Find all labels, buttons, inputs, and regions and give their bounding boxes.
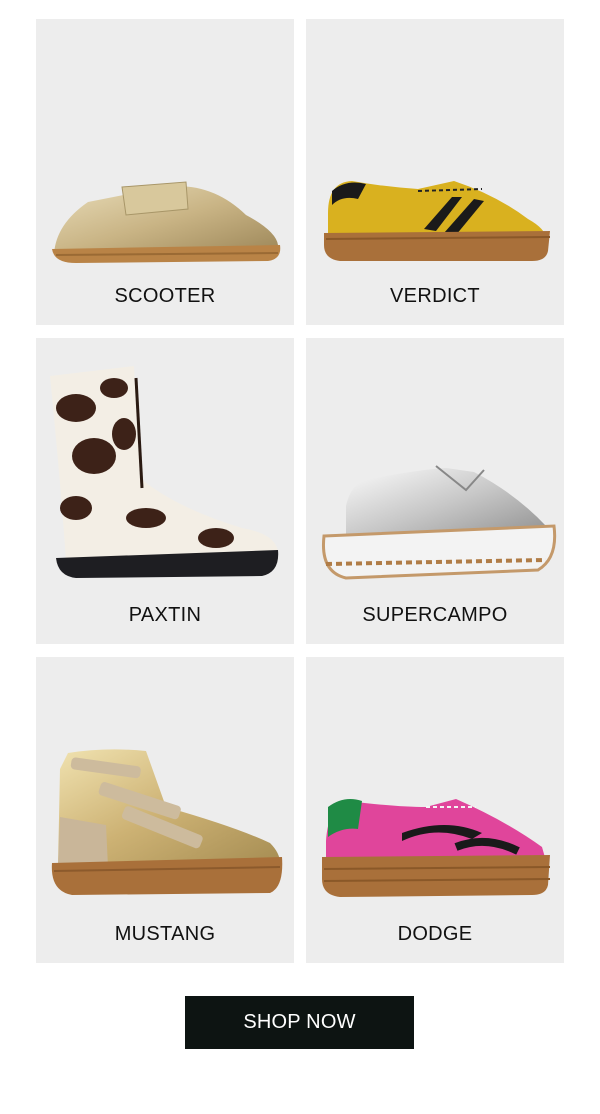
product-name: VERDICT: [390, 285, 480, 307]
product-card-dodge[interactable]: DODGE: [306, 657, 564, 963]
product-name: SCOOTER: [114, 285, 216, 307]
product-name: SUPERCAMPO: [362, 604, 508, 626]
pink-suede-sneaker-image: [322, 799, 551, 897]
shop-now-button[interactable]: SHOP NOW: [185, 996, 414, 1049]
product-card-supercampo[interactable]: SUPERCAMPO: [306, 338, 564, 644]
silver-platform-sneaker-image: [321, 465, 557, 580]
gold-high-top-velcro-sneaker-image: [51, 749, 283, 895]
product-name: PAXTIN: [128, 604, 202, 626]
product-card-scooter[interactable]: SCOOTER: [36, 19, 294, 325]
cow-print-high-top-boot-image: [50, 366, 279, 578]
product-card-paxtin[interactable]: PAXTIN: [36, 338, 294, 644]
product-name: DODGE: [397, 923, 473, 945]
gold-ballet-sneaker-image: [52, 181, 281, 263]
product-card-mustang[interactable]: MUSTANG: [36, 657, 294, 963]
product-card-verdict[interactable]: VERDICT: [306, 19, 564, 325]
yellow-suede-sneaker-image: [324, 181, 551, 261]
product-name: MUSTANG: [114, 923, 216, 945]
